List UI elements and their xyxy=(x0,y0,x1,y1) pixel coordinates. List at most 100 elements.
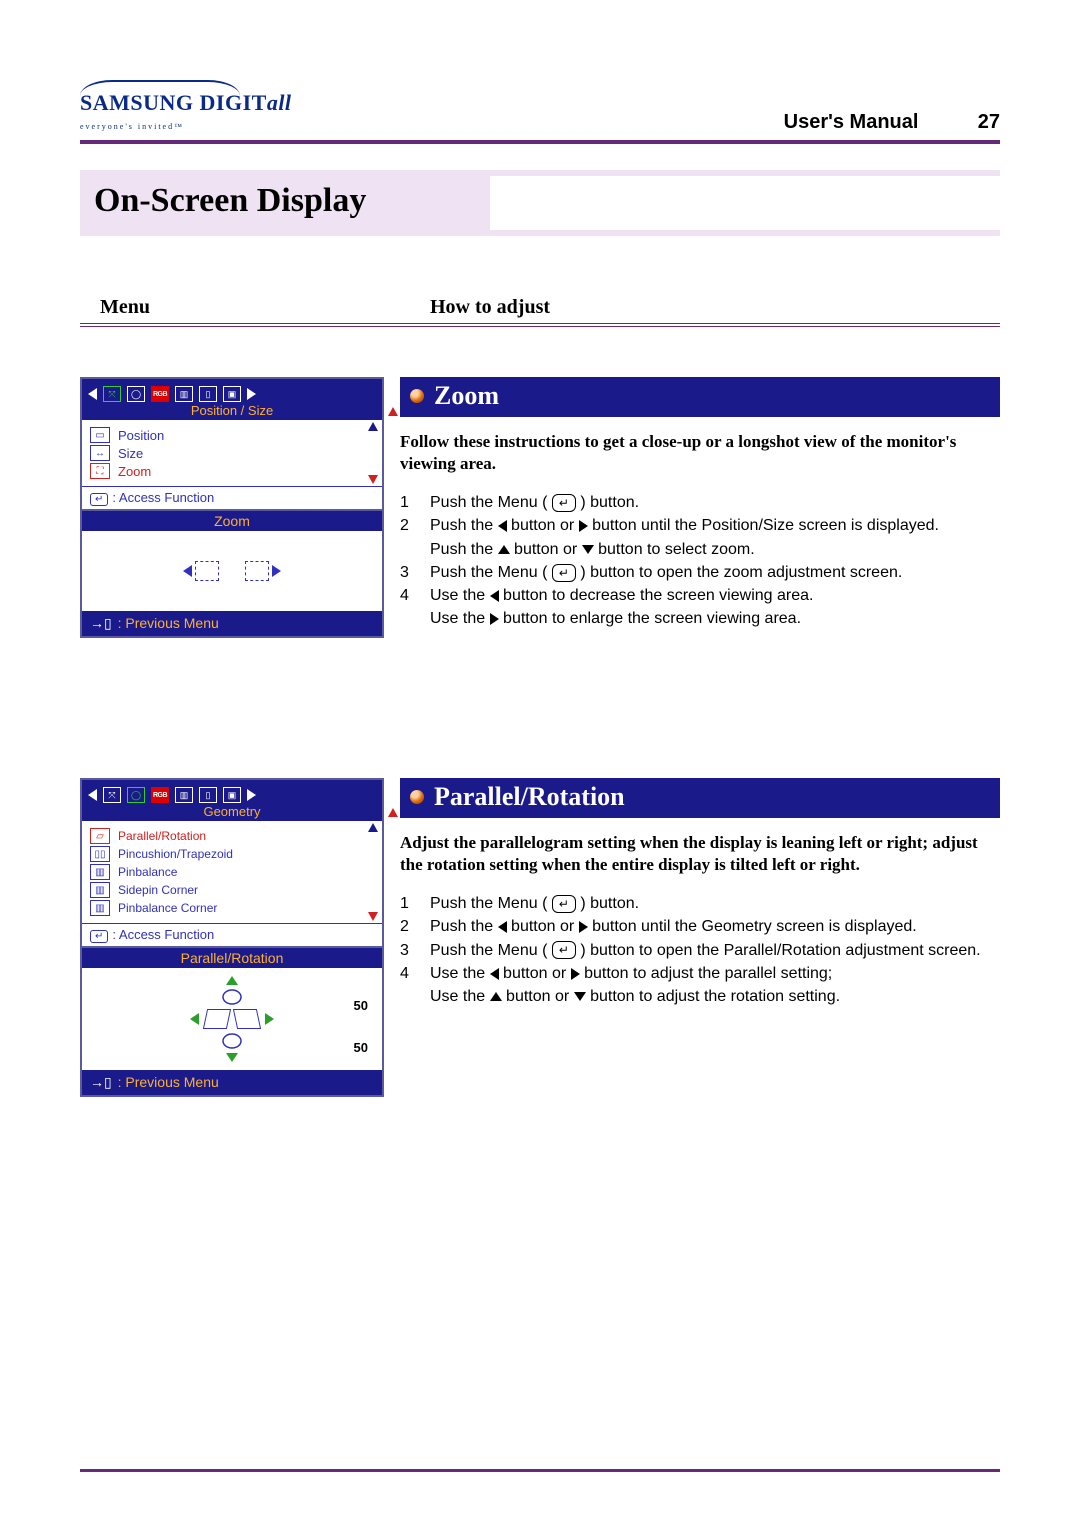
position-item-icon: ▭ xyxy=(90,427,110,443)
zoom-row: ⤧ ◯ RGB ▥ ▯ ▣ Position / Size ▭ Position … xyxy=(80,377,1000,638)
header-row: SAMSUNG DIGITall everyone's invited™ Use… xyxy=(80,80,1000,134)
right-arrow-icon xyxy=(579,921,588,933)
enter-icon: ↵ xyxy=(552,941,576,959)
zoom-out-icon xyxy=(183,561,219,581)
parallel-left-icon xyxy=(203,1009,231,1029)
osd-item: Sidepin Corner xyxy=(118,883,198,897)
osd-icon-row: ⤧ ◯ RGB ▥ ▯ ▣ xyxy=(88,784,376,806)
rotation-icon xyxy=(220,1031,244,1051)
scroll-down-icon xyxy=(368,475,378,484)
column-headers: Menu How to adjust xyxy=(80,296,1000,327)
nav-right-icon xyxy=(247,789,256,801)
enter-icon: ↵ xyxy=(90,930,108,943)
osd-zoom: ⤧ ◯ RGB ▥ ▯ ▣ Position / Size ▭ Position … xyxy=(80,377,384,638)
parallel-instructions: Parallel/Rotation Adjust the parallelogr… xyxy=(400,778,1000,1008)
left-arrow-icon xyxy=(490,590,499,602)
osd-item-list: ▭Position ↔Size ⛶Zoom xyxy=(82,420,382,486)
osd-top-bar: ⤧ ◯ RGB ▥ ▯ ▣ Position / Size xyxy=(82,379,382,420)
parallel-heading: Parallel/Rotation xyxy=(434,782,625,812)
zoom-in-icon xyxy=(245,561,281,581)
marker-icon xyxy=(388,407,398,416)
col-menu: Menu xyxy=(80,296,430,319)
parallel-intro: Adjust the parallelogram setting when th… xyxy=(400,832,1000,876)
osd-zoom-control xyxy=(82,531,382,611)
doc-title: User's Manual xyxy=(784,111,919,133)
osd-subtitle: Geometry xyxy=(88,804,376,819)
brand-logo: SAMSUNG DIGITall everyone's invited™ xyxy=(80,80,292,134)
col-header-rule xyxy=(80,323,1000,327)
scroll-down-icon xyxy=(368,912,378,921)
down-arrow-icon xyxy=(582,545,594,554)
pincushion-item-icon: ▯▯ xyxy=(90,846,110,862)
parallel-row: ⤧ ◯ RGB ▥ ▯ ▣ Geometry ▱ Parallel/Rotatio… xyxy=(80,778,1000,1097)
parallel-right-icon xyxy=(233,1009,261,1029)
pip-icon: ▣ xyxy=(223,787,241,803)
page-number: 27 xyxy=(960,111,1000,134)
right-arrow-icon xyxy=(490,613,499,625)
osd-control-panel: Parallel/Rotation 50 50 xyxy=(82,946,382,1070)
zoom-item-icon: ⛶ xyxy=(90,463,110,479)
enter-icon: ↵ xyxy=(552,494,576,512)
brand-b: DIGIT xyxy=(200,90,267,115)
brand-c: all xyxy=(267,90,292,115)
scroll-up-icon xyxy=(368,823,378,832)
left-arrow-icon xyxy=(190,1013,199,1025)
osd-item: Parallel/Rotation xyxy=(118,829,206,843)
zoom-instructions: Zoom Follow these instructions to get a … xyxy=(400,377,1000,630)
enter-icon: ↵ xyxy=(552,895,576,913)
marker-icon xyxy=(388,808,398,817)
nav-right-icon xyxy=(247,388,256,400)
osd-access-function: ↵: Access Function xyxy=(82,923,382,946)
bullet-icon xyxy=(410,389,424,403)
osd-item-list: ▱Parallel/Rotation ▯▯Pincushion/Trapezoi… xyxy=(82,821,382,923)
enter-icon: ↵ xyxy=(90,493,108,506)
header-right: User's Manual 27 xyxy=(784,111,1000,134)
section-title-block: On-Screen Display xyxy=(80,170,1000,236)
geometry-icon: ◯ xyxy=(127,787,145,803)
zoom-intro: Follow these instructions to get a close… xyxy=(400,431,1000,475)
down-arrow-icon xyxy=(226,1053,238,1062)
brand-a: SAMSUNG xyxy=(80,90,194,115)
left-arrow-icon xyxy=(490,968,499,980)
osd-control-title: Zoom xyxy=(82,511,382,531)
up-arrow-icon xyxy=(490,992,502,1001)
parallel-item-icon: ▱ xyxy=(90,828,110,844)
header-rule xyxy=(80,140,1000,144)
section-title: On-Screen Display xyxy=(94,182,366,219)
osd-item: Pinbalance Corner xyxy=(118,901,217,915)
advanced-icon: ▯ xyxy=(199,386,217,402)
rgb-icon: RGB xyxy=(151,787,169,803)
osd-top-bar: ⤧ ◯ RGB ▥ ▯ ▣ Geometry xyxy=(82,780,382,821)
rgb-icon: RGB xyxy=(151,386,169,402)
zoom-heading-bar: Zoom xyxy=(400,377,1000,417)
right-arrow-icon xyxy=(265,1013,274,1025)
osd-prev-menu: →▯ : Previous Menu xyxy=(82,1070,382,1095)
zoom-heading: Zoom xyxy=(434,381,499,411)
manual-page: SAMSUNG DIGITall everyone's invited™ Use… xyxy=(0,0,1080,1528)
osd-item: Pinbalance xyxy=(118,865,177,879)
osd-subtitle: Position / Size xyxy=(88,403,376,418)
footer-rule xyxy=(80,1469,1000,1472)
advanced-icon: ▯ xyxy=(199,787,217,803)
sidepin-item-icon: ▥ xyxy=(90,882,110,898)
osd-control-panel: Zoom xyxy=(82,509,382,611)
prev-key-icon: →▯ xyxy=(90,1074,112,1090)
rotation-icon xyxy=(220,987,244,1007)
osd-item: Zoom xyxy=(118,464,151,479)
zoom-steps: 1Push the Menu ( ↵ ) button. 2Push the b… xyxy=(400,491,1000,630)
parallel-heading-bar: Parallel/Rotation xyxy=(400,778,1000,818)
size-item-icon: ↔ xyxy=(90,445,110,461)
col-how: How to adjust xyxy=(430,296,550,319)
osd-item: Position xyxy=(118,428,164,443)
down-arrow-icon xyxy=(574,992,586,1001)
position-size-icon: ⤧ xyxy=(103,787,121,803)
right-arrow-icon xyxy=(571,968,580,980)
geometry-icon: ◯ xyxy=(127,386,145,402)
parallel-value: 50 xyxy=(354,998,368,1013)
pip-icon: ▣ xyxy=(223,386,241,402)
scroll-up-icon xyxy=(368,422,378,431)
parallel-steps: 1Push the Menu ( ↵ ) button. 2Push the b… xyxy=(400,892,1000,1008)
osd-icon-row: ⤧ ◯ RGB ▥ ▯ ▣ xyxy=(88,383,376,405)
pinbalance-corner-item-icon: ▥ xyxy=(90,900,110,916)
osd-control-title: Parallel/Rotation xyxy=(82,948,382,968)
